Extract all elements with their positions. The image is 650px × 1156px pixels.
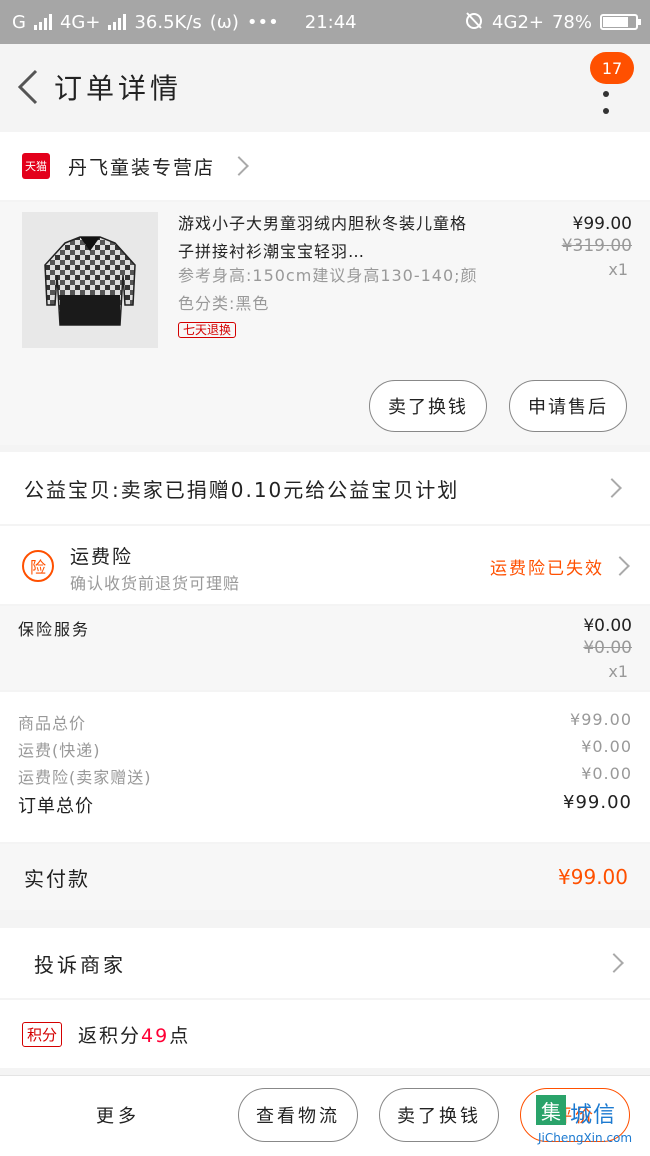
- service-original-price: ¥0.00: [583, 638, 632, 658]
- status-bar: G 4G+ 36.5K/s (ω) ••• 21:44 4G2+ 78%: [0, 0, 650, 44]
- chevron-right-icon: [229, 156, 249, 176]
- speed-label: 36.5K/s: [134, 11, 202, 33]
- points-row: 积分 返积分49点: [0, 1000, 650, 1068]
- complain-chevron-slot: [594, 943, 634, 983]
- chevron-right-icon: [604, 953, 624, 973]
- shipping-insurance-row[interactable]: 险 运费险 确认收货前退货可理赔 运费险已失效: [0, 526, 650, 604]
- complain-row[interactable]: 投诉商家: [0, 928, 650, 998]
- page-title: 订单详情: [54, 72, 183, 105]
- insurance-subtitle: 确认收货前退货可理赔: [70, 574, 241, 593]
- points-text: 返积分49点: [78, 1021, 190, 1048]
- order-item[interactable]: 游戏小子大男童羽绒内胆秋冬装儿童格子拼接衬衫潮宝宝轻羽… 参考身高:150cm建…: [0, 202, 650, 445]
- complain-label: 投诉商家: [34, 952, 126, 977]
- product-sku: 参考身高:150cm建议身高130-140;颜色分类:黑色: [178, 266, 478, 313]
- shop-row[interactable]: 天猫 丹飞童装专营店: [0, 132, 650, 200]
- product-thumbnail: [44, 236, 136, 326]
- order-total-label: 订单总价: [18, 796, 94, 817]
- site-watermark: 集 城信 JiChengXin.com: [530, 1091, 642, 1151]
- points-suffix: 点: [169, 1024, 191, 1047]
- points-count: 49: [141, 1024, 170, 1047]
- after-sale-button[interactable]: 申请售后: [509, 380, 627, 432]
- message-badge[interactable]: 17: [590, 52, 634, 84]
- insure-fee-label: 运费险(卖家赠送): [18, 768, 152, 787]
- view-logistics-button[interactable]: 查看物流: [238, 1088, 358, 1142]
- shop-name: 丹飞童装专营店: [68, 156, 216, 179]
- shop-chevron-slot: [219, 156, 259, 176]
- charity-chevron-slot: [592, 468, 632, 508]
- resell-button[interactable]: 卖了换钱: [369, 380, 487, 432]
- shipping-label: 运费(快递): [18, 741, 101, 760]
- insurance-icon: 险: [22, 550, 54, 582]
- clock: 21:44: [304, 11, 357, 33]
- battery-label: 78%: [551, 11, 592, 33]
- resell-bottom-button[interactable]: 卖了换钱: [379, 1088, 499, 1142]
- goods-total-line: 商品总价 ¥99.00: [18, 710, 632, 734]
- signal-icon: [33, 14, 52, 30]
- paid-value: ¥99.00: [558, 865, 628, 889]
- watermark-url: JiChengXin.com: [538, 1131, 633, 1145]
- watermark-logo: 集: [536, 1095, 566, 1125]
- battery-icon: [600, 14, 641, 30]
- notification-dots-icon: •••: [246, 11, 279, 33]
- price-summary: 商品总价 ¥99.00 运费(快递) ¥0.00 运费险(卖家赠送) ¥0.00…: [0, 692, 650, 842]
- shipping-line: 运费(快递) ¥0.00: [18, 737, 632, 761]
- product-title[interactable]: 游戏小子大男童羽绒内胆秋冬装儿童格子拼接衬衫潮宝宝轻羽…: [178, 210, 478, 266]
- header: 订单详情 17: [0, 44, 650, 130]
- status-left: G 4G+ 36.5K/s (ω) ••• 21:44: [12, 12, 357, 33]
- watermark-brand: 城信: [570, 1103, 617, 1128]
- tmall-icon: 天猫: [22, 153, 50, 179]
- insurance-service-row: 保险服务 ¥0.00 ¥0.00 x1: [0, 606, 650, 690]
- back-icon[interactable]: [8, 67, 48, 107]
- goods-total-value: ¥99.00: [570, 710, 632, 729]
- shipping-value: ¥0.00: [581, 737, 632, 756]
- insurance-status: 运费险已失效: [490, 559, 604, 579]
- chevron-right-icon: [602, 478, 622, 498]
- alarm-off-icon: [464, 10, 484, 35]
- charity-row[interactable]: 公益宝贝:卖家已捐赠0.10元给公益宝贝计划: [0, 452, 650, 524]
- points-prefix: 返积分: [78, 1024, 142, 1047]
- product-quantity: x1: [608, 260, 628, 279]
- more-button[interactable]: 更多: [96, 1102, 140, 1128]
- service-price: ¥0.00: [583, 616, 632, 636]
- service-label: 保险服务: [18, 620, 91, 639]
- order-total-line: 订单总价 ¥99.00: [18, 792, 632, 818]
- network-right-label: 4G2+: [492, 11, 544, 33]
- product-price: ¥99.00: [572, 214, 632, 234]
- network-label: 4G+: [59, 11, 101, 33]
- chevron-right-icon: [610, 556, 630, 576]
- insurance-title: 运费险: [70, 546, 134, 568]
- hotspot-icon: (ω): [209, 11, 239, 33]
- product-original-price: ¥319.00: [561, 236, 632, 256]
- paid-label: 实付款: [24, 866, 90, 891]
- goods-total-label: 商品总价: [18, 714, 87, 733]
- signal-icon-2: [108, 14, 127, 30]
- insure-fee-line: 运费险(卖家赠送) ¥0.00: [18, 764, 632, 788]
- carrier-label: G: [12, 11, 26, 33]
- order-total-value: ¥99.00: [563, 792, 632, 813]
- product-image[interactable]: [22, 212, 158, 348]
- charity-text: 公益宝贝:卖家已捐赠0.10元给公益宝贝计划: [24, 477, 460, 502]
- status-right: 4G2+ 78%: [464, 10, 641, 35]
- points-badge: 积分: [22, 1021, 63, 1047]
- service-quantity: x1: [608, 662, 628, 681]
- insure-fee-value: ¥0.00: [581, 764, 632, 783]
- seven-day-return-tag: 七天退换: [178, 322, 237, 338]
- insurance-chevron-slot: [600, 546, 640, 586]
- paid-row: 实付款 ¥99.00: [0, 844, 650, 910]
